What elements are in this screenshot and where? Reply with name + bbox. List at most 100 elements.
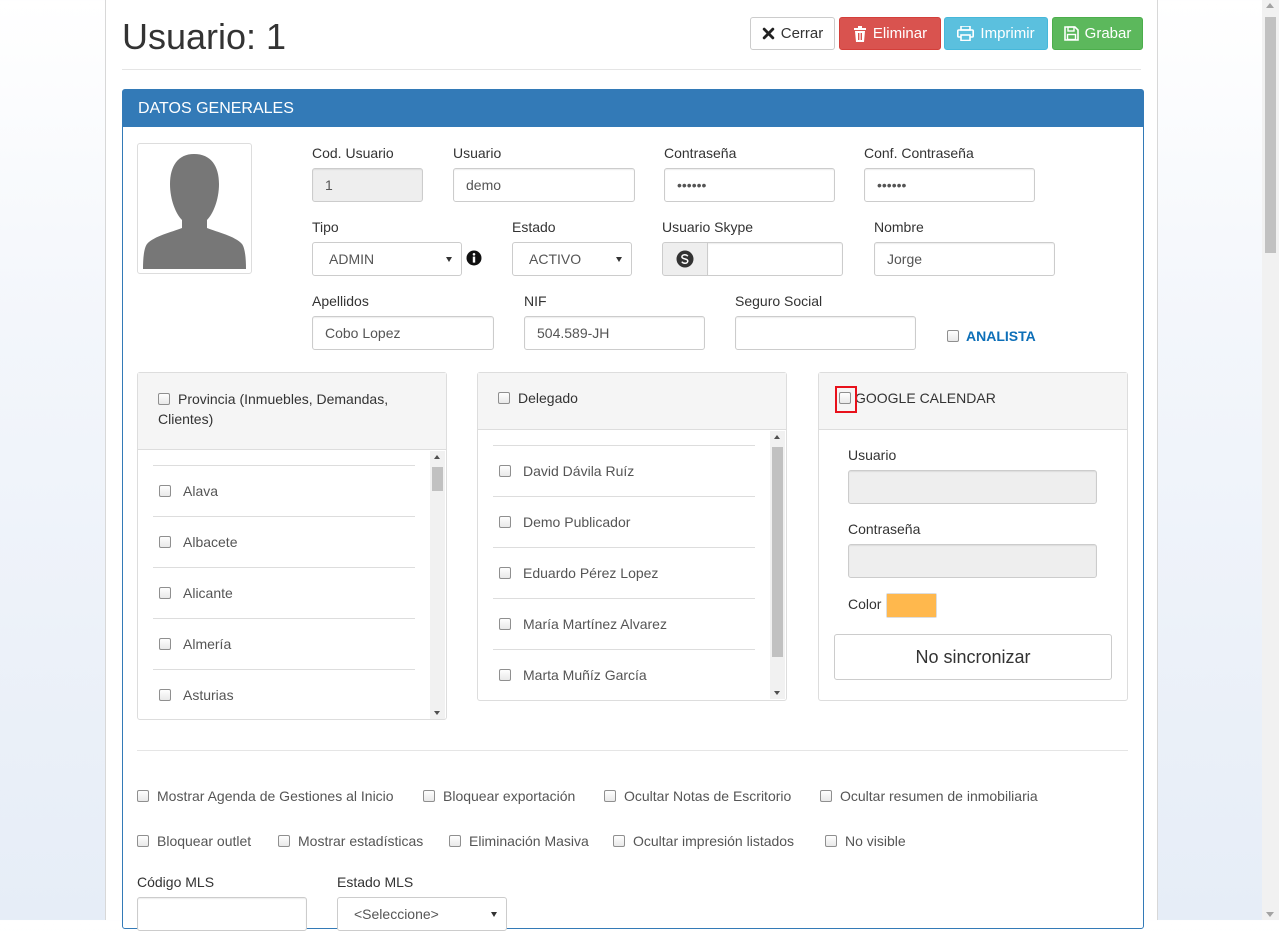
- estado-mls-label: Estado MLS: [337, 874, 414, 890]
- list-item-label: Asturias: [183, 687, 234, 703]
- list-item[interactable]: Asturias: [153, 669, 415, 719]
- option-bloquear-outlet[interactable]: Bloquear outlet: [137, 833, 251, 849]
- list-item-label: Almería: [183, 636, 232, 652]
- list-item-checkbox[interactable]: [499, 516, 511, 528]
- apellidos-input[interactable]: Cobo Lopez: [312, 316, 494, 350]
- seguro-social-label: Seguro Social: [735, 293, 823, 309]
- scroll-thumb[interactable]: [772, 447, 783, 657]
- list-item[interactable]: María Martínez Alvarez: [493, 598, 755, 649]
- option-checkbox[interactable]: [137, 790, 149, 802]
- apellidos-label: Apellidos: [312, 293, 369, 309]
- option-ocultar-resumen[interactable]: Ocultar resumen de inmobiliaria: [820, 788, 1038, 804]
- option-checkbox[interactable]: [137, 835, 149, 847]
- list-item[interactable]: Albacete: [153, 516, 415, 567]
- estado-select[interactable]: ACTIVO: [512, 242, 632, 276]
- info-icon[interactable]: [466, 250, 482, 266]
- estado-label: Estado: [512, 219, 556, 235]
- codigo-mls-input[interactable]: [137, 897, 307, 931]
- delegado-scrollbar[interactable]: [770, 431, 785, 699]
- confirm-password-input[interactable]: ••••••: [864, 168, 1035, 202]
- scroll-up-arrow-icon[interactable]: [434, 455, 440, 459]
- provincia-scrollbar[interactable]: [430, 451, 445, 719]
- list-item[interactable]: Almería: [153, 618, 415, 669]
- list-item[interactable]: Demo Publicador: [493, 496, 755, 547]
- list-item-checkbox[interactable]: [499, 618, 511, 630]
- delegado-checkbox[interactable]: [498, 392, 510, 404]
- close-button[interactable]: Cerrar: [750, 17, 835, 50]
- save-button[interactable]: Grabar: [1052, 17, 1143, 50]
- provincia-checkbox[interactable]: [158, 393, 170, 405]
- list-item-label: Eduardo Pérez Lopez: [523, 565, 659, 581]
- list-item-checkbox[interactable]: [159, 638, 171, 650]
- skype-input[interactable]: [707, 242, 843, 276]
- codigo-mls-label: Código MLS: [137, 874, 215, 890]
- list-item[interactable]: David Dávila Ruíz: [493, 445, 755, 496]
- google-usuario-input[interactable]: [848, 470, 1097, 504]
- scroll-up-arrow-icon[interactable]: [774, 435, 780, 439]
- print-button[interactable]: Imprimir: [944, 17, 1048, 50]
- list-item-label: David Dávila Ruíz: [523, 463, 635, 479]
- option-checkbox[interactable]: [820, 790, 832, 802]
- option-checkbox[interactable]: [604, 790, 616, 802]
- scroll-thumb[interactable]: [432, 467, 443, 491]
- analista-label[interactable]: ANALISTA: [966, 328, 1036, 344]
- section-divider: [137, 750, 1128, 751]
- option-mostrar-agenda[interactable]: Mostrar Agenda de Gestiones al Inicio: [137, 788, 394, 804]
- nombre-input[interactable]: Jorge: [874, 242, 1055, 276]
- option-checkbox[interactable]: [423, 790, 435, 802]
- option-eliminacion-masiva[interactable]: Eliminación Masiva: [449, 833, 589, 849]
- user-silhouette-icon: [142, 148, 247, 269]
- option-ocultar-notas[interactable]: Ocultar Notas de Escritorio: [604, 788, 791, 804]
- option-label: Ocultar Notas de Escritorio: [624, 788, 792, 804]
- password-input[interactable]: ••••••: [664, 168, 835, 202]
- list-item-checkbox[interactable]: [159, 485, 171, 497]
- list-item-checkbox[interactable]: [499, 465, 511, 477]
- cod-usuario-label: Cod. Usuario: [312, 145, 394, 161]
- delegado-list: David Dávila Ruíz Demo Publicador Eduard…: [478, 430, 770, 700]
- list-item[interactable]: Eduardo Pérez Lopez: [493, 547, 755, 598]
- list-item-checkbox[interactable]: [159, 689, 171, 701]
- google-password-input[interactable]: [848, 544, 1097, 578]
- list-item-checkbox[interactable]: [499, 567, 511, 579]
- usuario-input[interactable]: demo: [453, 168, 635, 202]
- list-item-checkbox[interactable]: [159, 587, 171, 599]
- list-item[interactable]: Alava: [153, 465, 415, 516]
- delegado-header: Delegado: [478, 373, 786, 430]
- list-item-label: Albacete: [183, 534, 238, 550]
- option-mostrar-estadisticas[interactable]: Mostrar estadísticas: [278, 833, 423, 849]
- tipo-select[interactable]: ADMIN: [312, 242, 462, 276]
- cod-usuario-input[interactable]: 1: [312, 168, 423, 202]
- print-button-label: Imprimir: [980, 25, 1035, 42]
- google-calendar-checkbox[interactable]: [839, 392, 851, 404]
- list-item-checkbox[interactable]: [159, 536, 171, 548]
- analista-checkbox[interactable]: [947, 330, 959, 342]
- option-checkbox[interactable]: [278, 835, 290, 847]
- list-item[interactable]: Alicante: [153, 567, 415, 618]
- seguro-social-input[interactable]: [735, 316, 916, 350]
- close-button-label: Cerrar: [780, 25, 824, 42]
- list-item-checkbox[interactable]: [499, 669, 511, 681]
- estado-mls-select[interactable]: <Seleccione>: [337, 897, 507, 931]
- color-swatch[interactable]: [886, 593, 937, 618]
- option-no-visible[interactable]: No visible: [825, 833, 906, 849]
- option-bloquear-exportacion[interactable]: Bloquear exportación: [423, 788, 575, 804]
- list-item[interactable]: Marta Muñíz García: [493, 649, 755, 700]
- skype-label: Usuario Skype: [662, 219, 754, 235]
- window-scrollbar[interactable]: [1262, 0, 1279, 920]
- panel-heading: DATOS GENERALES: [123, 90, 1143, 127]
- option-checkbox[interactable]: [449, 835, 461, 847]
- no-sync-button[interactable]: No sincronizar: [834, 634, 1112, 680]
- scroll-thumb[interactable]: [1265, 17, 1276, 253]
- scroll-down-arrow-icon[interactable]: [1266, 912, 1274, 917]
- save-button-label: Grabar: [1084, 25, 1132, 42]
- option-checkbox[interactable]: [825, 835, 837, 847]
- scroll-up-arrow-icon[interactable]: [1266, 3, 1274, 8]
- delete-button[interactable]: Eliminar: [839, 17, 941, 50]
- avatar[interactable]: [137, 143, 252, 274]
- scroll-down-arrow-icon[interactable]: [774, 691, 780, 695]
- scroll-down-arrow-icon[interactable]: [434, 711, 440, 715]
- nif-input[interactable]: 504.589-JH: [524, 316, 705, 350]
- option-ocultar-impresion[interactable]: Ocultar impresión listados: [613, 833, 794, 849]
- page-container: Usuario: 1 Cerrar Eliminar Imprimir Grab…: [105, 0, 1158, 931]
- option-checkbox[interactable]: [613, 835, 625, 847]
